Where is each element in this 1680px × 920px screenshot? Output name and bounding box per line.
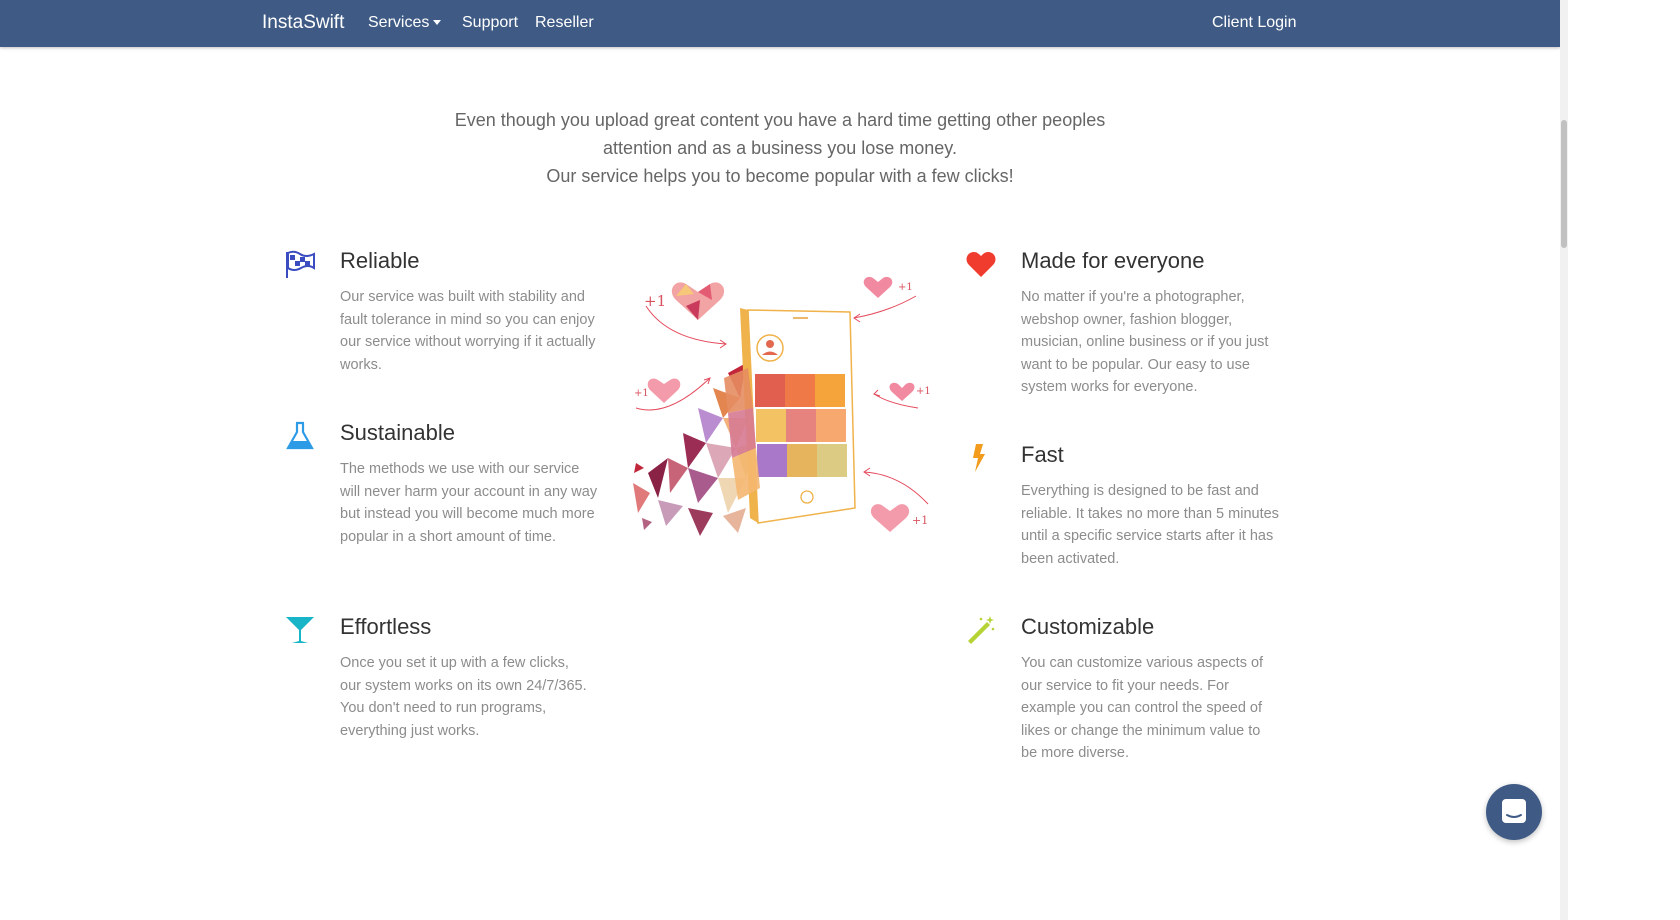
feature-title: Customizable (1021, 614, 1155, 639)
nav-services-label: Services (368, 14, 430, 31)
nav-services[interactable]: Services (368, 14, 442, 32)
feature-title: Made for everyone (1021, 248, 1205, 273)
flask-icon (286, 421, 314, 450)
page-scrollbar[interactable] (1560, 0, 1568, 920)
intro-line-3: Our service helps you to become popular … (546, 166, 1014, 186)
brand-logo[interactable]: InstaSwift (262, 12, 344, 34)
feature-effortless: Effortless Once you set it up with a few… (286, 614, 590, 742)
feature-reliable: Reliable Our service was built with stab… (286, 248, 600, 376)
feature-description: You can customize various aspects of our… (1021, 655, 1264, 761)
intro-line-2: attention and as a business you lose mon… (603, 138, 957, 158)
magic-wand-icon (968, 616, 995, 644)
nav-reseller[interactable]: Reseller (535, 14, 594, 32)
feature-description: The methods we use with our service will… (340, 461, 598, 545)
chat-icon (1502, 799, 1526, 823)
feature-customizable: Customizable You can customize various a… (968, 614, 1279, 765)
feature-made-for-everyone: Made for everyone No matter if you're a … (966, 248, 1283, 399)
phone-likes-illustration: +1 +1 +1 +1 +1 (633, 276, 931, 536)
plus-one-label: +1 (912, 514, 928, 527)
feature-description: Once you set it up with a few clicks, ou… (340, 655, 587, 739)
plus-one-label: +1 (898, 282, 913, 293)
heart-icon (966, 252, 996, 277)
feature-title: Fast (1021, 442, 1064, 467)
plus-one-label: +1 (916, 386, 931, 397)
plus-one-label: +1 (634, 388, 649, 399)
top-navbar: InstaSwift Services Support Reseller Cli… (0, 0, 1560, 47)
chevron-down-icon (433, 20, 442, 26)
client-login-link[interactable]: Client Login (1212, 14, 1297, 32)
feature-description: No matter if you're a photographer, webs… (1021, 289, 1269, 395)
feature-description: Everything is designed to be fast and re… (1021, 483, 1279, 567)
flag-icon (286, 250, 315, 278)
intro-text: Even though you upload great content you… (380, 106, 1180, 190)
plus-one-label: +1 (644, 292, 666, 310)
feature-title: Effortless (340, 614, 432, 639)
chat-launcher-button[interactable] (1486, 784, 1542, 840)
feature-fast: Fast Everything is designed to be fast a… (973, 442, 1281, 570)
feature-title: Reliable (340, 248, 420, 273)
feature-title: Sustainable (340, 420, 455, 445)
cocktail-icon (286, 617, 314, 643)
nav-support[interactable]: Support (462, 14, 518, 32)
phone-mockup (740, 308, 856, 524)
bolt-icon (973, 444, 985, 472)
intro-line-1: Even though you upload great content you… (454, 110, 1106, 130)
feature-sustainable: Sustainable The methods we use with our … (286, 420, 602, 548)
scrollbar-thumb[interactable] (1561, 120, 1567, 248)
feature-description: Our service was built with stability and… (340, 289, 596, 373)
